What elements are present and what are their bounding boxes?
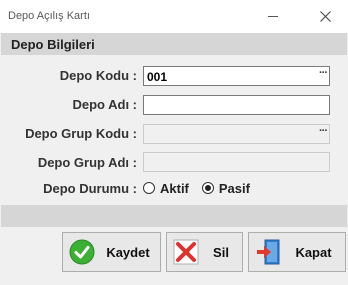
window: Depo Açılış Kartı Depo Bilgileri Depo Ko… (0, 0, 348, 285)
minimize-button[interactable] (260, 5, 286, 27)
title-bar: Depo Açılış Kartı (0, 0, 348, 33)
radio-pasif-selected-dot (204, 185, 211, 191)
x-box-icon (172, 238, 200, 266)
depo-durumu-radio-group: Aktif Pasif (143, 178, 250, 198)
depo-kodu-label: Depo Kodu : (59, 68, 137, 83)
group-header: Depo Bilgileri (1, 33, 347, 55)
depo-kodu-input[interactable]: 001 ··· (143, 66, 330, 86)
depo-kodu-lookup-button[interactable]: ··· (319, 67, 328, 79)
kaydet-button[interactable]: Kaydet (62, 232, 161, 272)
depo-grup-kodu-label: Depo Grup Kodu : (25, 126, 137, 141)
kapat-label: Kapat (295, 244, 332, 260)
depo-grup-kodu-input[interactable]: ··· (143, 124, 330, 144)
close-icon (319, 10, 331, 22)
radio-pasif[interactable] (201, 182, 214, 194)
window-title: Depo Açılış Kartı (8, 10, 90, 22)
depo-grup-kodu-lookup-button[interactable]: ··· (319, 125, 328, 137)
depo-durumu-label: Depo Durumu : (43, 181, 137, 196)
depo-grup-adi-input (143, 152, 330, 172)
radio-pasif-label[interactable]: Pasif (219, 181, 250, 196)
depo-adi-input[interactable] (143, 95, 330, 115)
depo-kodu-value: 001 (147, 70, 168, 84)
kapat-button[interactable]: Kapat (248, 232, 346, 272)
sil-button[interactable]: Sil (166, 232, 243, 272)
close-button[interactable] (312, 5, 338, 27)
sil-label: Sil (213, 244, 229, 260)
group-title: Depo Bilgileri (11, 37, 95, 52)
kaydet-label: Kaydet (106, 244, 150, 260)
separator-strip (1, 205, 347, 227)
depo-adi-label: Depo Adı : (72, 97, 137, 112)
minimize-icon (268, 15, 278, 17)
radio-aktif[interactable] (143, 182, 155, 194)
exit-door-icon (254, 238, 282, 266)
check-circle-icon (68, 238, 96, 266)
radio-aktif-label[interactable]: Aktif (160, 181, 189, 196)
depo-grup-adi-label: Depo Grup Adı : (37, 155, 137, 170)
form-body: Depo Bilgileri Depo Kodu : 001 ··· Depo … (1, 33, 347, 284)
